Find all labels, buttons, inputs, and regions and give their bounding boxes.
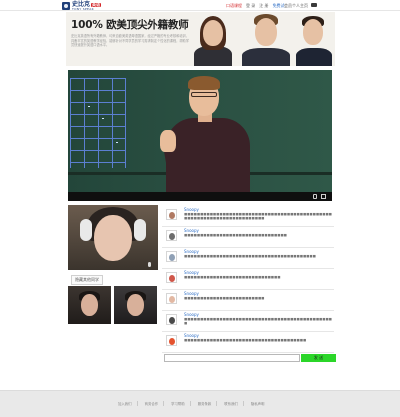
site-logo[interactable]: 史比克 英语 TONY SPEAK — [62, 1, 102, 11]
teacher-photo-male-2 — [294, 12, 334, 66]
teacher-in-video — [160, 74, 256, 192]
avatar — [166, 209, 177, 220]
logo-icon — [62, 2, 70, 10]
send-button[interactable]: 发 送 — [301, 354, 336, 362]
chat-message: Snoopy ■■■■■■■■■■■■■■■■■■■■■■■■■■■■■■■■ — [162, 227, 334, 248]
chalk-grid-drawing — [70, 78, 126, 168]
chalkboard-scene — [68, 70, 332, 192]
nav-link-register[interactable]: 注 册 — [259, 3, 268, 9]
avatar — [166, 230, 177, 241]
avatar — [166, 335, 177, 346]
account-link[interactable]: 会员个人主页 — [284, 3, 308, 9]
chat-message: Snoopy ■■■■■■■■■■■■■■■■■■■■■■■■■ — [162, 290, 334, 311]
footer: 加入我们 商务合作 学习帮助 服务条款 联系我们 隐私声明 — [0, 390, 400, 417]
chat-text: ■■■■■■■■■■■■■■■■■■■■■■■■■■■■■■■■ — [184, 233, 287, 237]
chat-input[interactable] — [164, 354, 300, 362]
headphone-icon — [80, 219, 92, 241]
chat-text: ■■■■■■■■■■■■■■■■■■■■■■■■■■■■■■■■■■■■■■■■… — [184, 212, 332, 221]
webcam-main — [68, 205, 158, 270]
footer-link-terms[interactable]: 服务条款 — [193, 401, 218, 406]
footer-links: 加入我们 商务合作 学习帮助 服务条款 联系我们 隐私声明 — [113, 401, 269, 406]
nav-link-free-trial[interactable]: 免费试 — [273, 3, 285, 9]
microphone-icon[interactable] — [148, 262, 151, 267]
webcam-classmate-2 — [114, 286, 157, 324]
fullscreen-icon[interactable] — [321, 194, 326, 199]
teacher-photo-male-1 — [240, 12, 292, 66]
banner-description: 史比克英语所有外籍教师，均来自欧美英语母语国家，经过严格的专业考核和培训，具备丰… — [71, 34, 189, 48]
nav-link-login[interactable]: 登 录 — [246, 3, 255, 9]
cart-icon[interactable] — [311, 3, 317, 7]
footer-link-contact[interactable]: 联系我们 — [219, 401, 244, 406]
footer-link-privacy[interactable]: 隐私声明 — [246, 401, 270, 406]
avatar — [166, 293, 177, 304]
webcam-panel: 隐藏其他同学 — [68, 205, 158, 324]
chat-panel: Snoopy ■■■■■■■■■■■■■■■■■■■■■■■■■■■■■■■■■… — [162, 206, 334, 353]
video-player[interactable] — [68, 70, 332, 201]
top-bar: 史比克 英语 TONY SPEAK 口语课程 登 录 注 册 免费试 会员个人主… — [0, 0, 400, 11]
webcam-classmate-1 — [68, 286, 111, 324]
hide-classmates-button[interactable]: 隐藏其他同学 — [71, 275, 103, 285]
logo-english-name: TONY SPEAK — [72, 6, 94, 11]
chat-text: ■■■■■■■■■■■■■■■■■■■■■■■■■■■■■■■■■■■■■■ — [184, 338, 307, 342]
chat-text: ■■■■■■■■■■■■■■■■■■■■■■■■■■■■■■■■■■■■■■■■… — [184, 254, 316, 258]
chat-message: Snoopy ■■■■■■■■■■■■■■■■■■■■■■■■■■■■■■■■■… — [162, 206, 334, 227]
footer-link-business[interactable]: 商务合作 — [140, 401, 165, 406]
chat-message: Snoopy ■■■■■■■■■■■■■■■■■■■■■■■■■■■■■■■■■… — [162, 332, 334, 353]
account-area: 会员个人主页 — [284, 3, 317, 9]
teacher-photo-female — [190, 12, 236, 66]
volume-icon[interactable] — [313, 194, 317, 199]
chat-message: Snoopy ■■■■■■■■■■■■■■■■■■■■■■■■■■■■■■■■■… — [162, 311, 334, 332]
video-controls — [68, 192, 332, 201]
top-nav: 口语课程 登 录 注 册 免费试 — [226, 3, 285, 9]
chat-message: Snoopy ■■■■■■■■■■■■■■■■■■■■■■■■■■■■■■ — [162, 269, 334, 290]
chat-message: Snoopy ■■■■■■■■■■■■■■■■■■■■■■■■■■■■■■■■■… — [162, 248, 334, 269]
logo-badge: 英语 — [91, 1, 102, 7]
avatar — [166, 272, 177, 283]
chat-text: ■■■■■■■■■■■■■■■■■■■■■■■■■■■■■■ — [184, 275, 281, 279]
hero-banner: 100% 欧美顶尖外籍教师 史比克英语所有外籍教师，均来自欧美英语母语国家，经过… — [66, 12, 335, 66]
footer-link-join[interactable]: 加入我们 — [113, 401, 138, 406]
nav-link-courses[interactable]: 口语课程 — [226, 3, 242, 9]
avatar — [166, 251, 177, 262]
footer-link-help[interactable]: 学习帮助 — [166, 401, 191, 406]
chat-text: ■■■■■■■■■■■■■■■■■■■■■■■■■ — [184, 296, 265, 300]
chat-input-row: 发 送 — [164, 354, 336, 362]
avatar — [166, 314, 177, 325]
banner-title: 100% 欧美顶尖外籍教师 — [71, 19, 189, 31]
chat-text: ■■■■■■■■■■■■■■■■■■■■■■■■■■■■■■■■■■■■■■■■… — [184, 317, 332, 326]
